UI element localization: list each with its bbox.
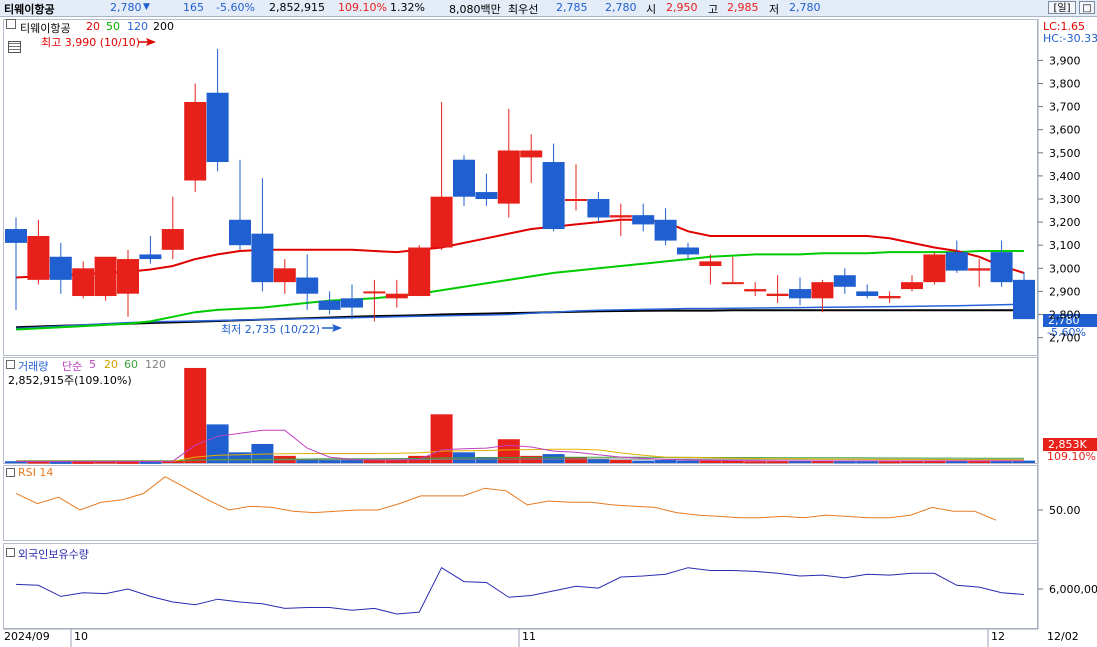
x-label-12: 12 bbox=[991, 630, 1005, 643]
x-label-11: 11 bbox=[522, 630, 536, 643]
low-price: 2,780 bbox=[789, 1, 821, 14]
best-bid-label: 최우선 bbox=[508, 3, 539, 16]
volume-pct: 109.10% bbox=[338, 1, 387, 14]
high-label: 고 bbox=[708, 3, 719, 16]
quote-bar: 티웨이항공 2,780 ▼ 165 -5.60% 2,852,915 109.1… bbox=[0, 0, 1097, 17]
foreign-panel-menu-icon[interactable] bbox=[6, 548, 15, 557]
current-price: 2,780 bbox=[110, 1, 142, 14]
current-pct-marker: -5.60% bbox=[1047, 326, 1086, 339]
best-ask: 2,780 bbox=[605, 1, 637, 14]
price-panel[interactable] bbox=[3, 19, 1038, 356]
x-label-12-02: 12/02 bbox=[1047, 630, 1079, 643]
ma50-label: 50 bbox=[106, 20, 120, 33]
best-bid: 2,785 bbox=[556, 1, 588, 14]
price-tick-label: 3,700 bbox=[1049, 101, 1081, 114]
price-tick-label: 3,400 bbox=[1049, 170, 1081, 183]
stock-name[interactable]: 티웨이항공 bbox=[4, 1, 55, 17]
volume-value: 2,852,915 bbox=[269, 1, 325, 14]
ma200-label: 200 bbox=[153, 20, 174, 33]
ma20-label: 20 bbox=[86, 20, 100, 33]
ma120-label: 120 bbox=[127, 20, 148, 33]
rsi-tick-50: 50.00 bbox=[1049, 504, 1081, 517]
high-price: 2,985 bbox=[727, 1, 759, 14]
x-label-10: 10 bbox=[74, 630, 88, 643]
rsi-panel[interactable] bbox=[3, 465, 1038, 541]
price-tick-label: 3,600 bbox=[1049, 124, 1081, 137]
price-tick-label: 3,800 bbox=[1049, 78, 1081, 91]
open-price: 2,950 bbox=[666, 1, 698, 14]
foreign-holding-panel[interactable] bbox=[3, 543, 1038, 629]
open-label: 시 bbox=[646, 3, 657, 16]
foreign-tick-6m: 6,000,000 bbox=[1049, 583, 1097, 596]
price-tick-label: 3,100 bbox=[1049, 239, 1081, 252]
volume-panel-menu-icon[interactable] bbox=[6, 360, 15, 369]
foreign-title: 외국인보유수량 bbox=[18, 548, 89, 561]
trade-amount: 8,080백만 bbox=[449, 3, 501, 16]
panel-menu-icon[interactable] bbox=[6, 19, 16, 29]
max-price-label: 최고 3,990 (10/10) bbox=[41, 36, 141, 49]
price-tick-label: 3,900 bbox=[1049, 54, 1081, 67]
volume-ma60-label: 60 bbox=[124, 358, 138, 371]
volume-ma5-label: 5 bbox=[89, 358, 96, 371]
price-change-pct: -5.60% bbox=[216, 1, 255, 14]
volume-ma120-label: 120 bbox=[145, 358, 166, 371]
volume-info: 2,852,915주(109.10%) bbox=[8, 374, 132, 387]
low-label: 저 bbox=[769, 3, 780, 16]
price-tick-label: 2,900 bbox=[1049, 285, 1081, 298]
down-arrow-icon: ▼ bbox=[143, 2, 150, 12]
period-day-button[interactable]: [일] bbox=[1048, 1, 1076, 14]
price-tick-label: 3,500 bbox=[1049, 147, 1081, 160]
rsi-title: RSI 14 bbox=[18, 466, 54, 479]
current-volume-pct: 109.10% bbox=[1047, 450, 1096, 463]
price-tick-label: 3,200 bbox=[1049, 216, 1081, 229]
price-tick-label: 3,300 bbox=[1049, 193, 1081, 206]
price-tick-label: 3,000 bbox=[1049, 262, 1081, 275]
min-price-label: 최저 2,735 (10/22) bbox=[221, 323, 321, 336]
price-change: 165 bbox=[183, 1, 204, 14]
hc-value: HC:-30.33 bbox=[1043, 32, 1097, 45]
rsi-panel-menu-icon[interactable] bbox=[6, 468, 15, 477]
turnover-pct: 1.32% bbox=[390, 1, 425, 14]
window-button[interactable]: □ bbox=[1079, 1, 1095, 14]
x-label-2024-09: 2024/09 bbox=[4, 630, 50, 643]
volume-panel[interactable] bbox=[3, 357, 1038, 464]
grid-table-icon[interactable] bbox=[8, 41, 21, 53]
volume-ma20-label: 20 bbox=[104, 358, 118, 371]
